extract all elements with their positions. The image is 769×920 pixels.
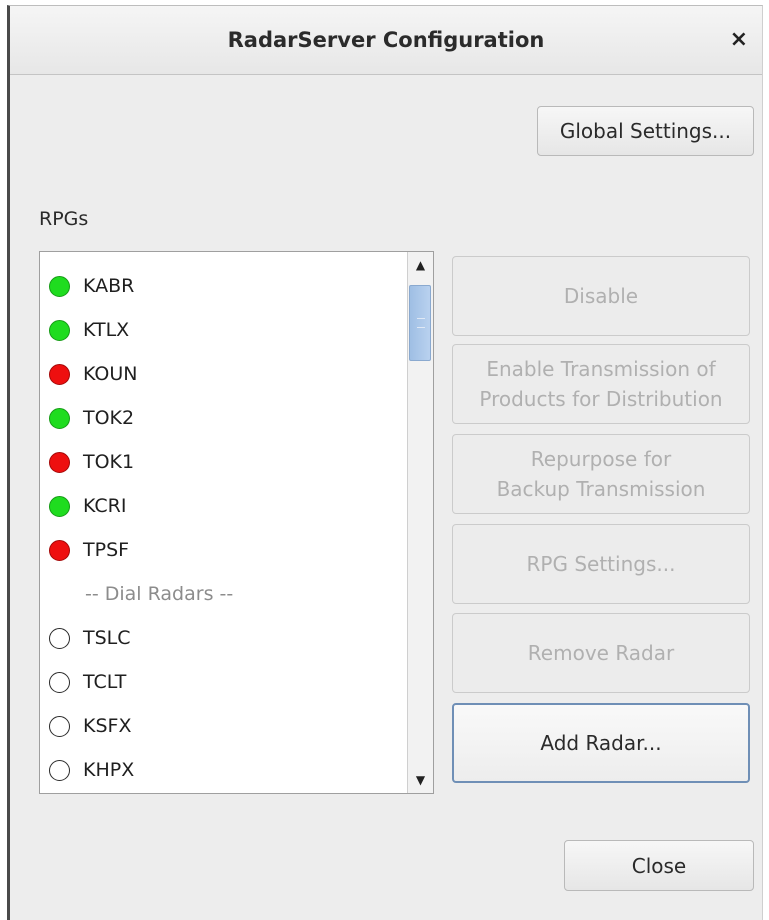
rpg-list[interactable]: KABR KTLX KOUN TOK2 TOK1 KCRI TPSF -- Di… bbox=[39, 251, 434, 794]
grip-icon bbox=[417, 318, 425, 328]
status-dot-empty bbox=[49, 627, 70, 649]
global-settings-button[interactable]: Global Settings... bbox=[537, 106, 754, 156]
rpg-name: KCRI bbox=[83, 495, 127, 517]
status-dot-red bbox=[49, 363, 70, 385]
rpg-settings-button: RPG Settings... bbox=[452, 524, 750, 604]
rpg-name: KHPX bbox=[83, 759, 135, 781]
list-item[interactable]: KABR bbox=[40, 264, 134, 308]
list-item[interactable]: TSLC bbox=[40, 616, 131, 660]
rpg-name: KTLX bbox=[83, 319, 130, 341]
status-dot-empty bbox=[49, 671, 70, 693]
rpg-settings-label: RPG Settings... bbox=[526, 552, 676, 576]
list-scrollbar[interactable]: ▲ ▼ bbox=[407, 252, 433, 793]
rpg-name: TOK2 bbox=[83, 407, 135, 429]
enable-transmission-button: Enable Transmission of Products for Dist… bbox=[452, 344, 750, 424]
rpg-name: KABR bbox=[83, 275, 135, 297]
status-dot-red bbox=[49, 539, 70, 561]
disable-button: Disable bbox=[452, 256, 750, 336]
list-separator: -- Dial Radars -- bbox=[85, 583, 234, 605]
list-item[interactable]: TOK2 bbox=[40, 396, 134, 440]
repurpose-label-2: Backup Transmission bbox=[496, 477, 706, 501]
add-radar-label: Add Radar... bbox=[540, 731, 662, 755]
rpg-name: KSFX bbox=[83, 715, 132, 737]
scroll-thumb[interactable] bbox=[409, 285, 431, 361]
rpg-name: TPSF bbox=[83, 539, 130, 561]
status-dot-empty bbox=[49, 715, 70, 737]
list-item[interactable]: TCLT bbox=[40, 660, 126, 704]
status-dot-red bbox=[49, 451, 70, 473]
rpg-name: TCLT bbox=[83, 671, 127, 693]
list-item[interactable]: KOUN bbox=[40, 352, 138, 396]
title-bar: RadarServer Configuration × bbox=[10, 6, 762, 75]
arrow-down-icon[interactable]: ▼ bbox=[408, 769, 433, 791]
rpg-name: TSLC bbox=[83, 627, 131, 649]
close-button[interactable]: Close bbox=[564, 840, 754, 891]
enable-transmission-label-1: Enable Transmission of bbox=[486, 357, 716, 381]
list-item[interactable]: TOK1 bbox=[40, 440, 134, 484]
remove-radar-button: Remove Radar bbox=[452, 613, 750, 693]
status-dot-green bbox=[49, 275, 70, 297]
list-item[interactable]: KCRI bbox=[40, 484, 127, 528]
close-icon[interactable]: × bbox=[730, 29, 748, 51]
rpgs-label: RPGs bbox=[39, 208, 89, 230]
enable-transmission-label-2: Products for Distribution bbox=[479, 387, 723, 411]
list-item[interactable]: TPSF bbox=[40, 528, 129, 572]
disable-button-label: Disable bbox=[563, 284, 639, 308]
rpg-name: KOUN bbox=[83, 363, 138, 385]
list-item[interactable]: KSFX bbox=[40, 704, 131, 748]
status-dot-green bbox=[49, 319, 70, 341]
config-dialog: RadarServer Configuration × Global Setti… bbox=[7, 5, 763, 920]
list-item[interactable]: KTLX bbox=[40, 308, 129, 352]
list-item[interactable]: KHPX bbox=[40, 748, 134, 792]
repurpose-label-1: Repurpose for bbox=[530, 447, 672, 471]
status-dot-green bbox=[49, 495, 70, 517]
repurpose-button: Repurpose for Backup Transmission bbox=[452, 434, 750, 514]
remove-radar-label: Remove Radar bbox=[527, 641, 675, 665]
status-dot-green bbox=[49, 407, 70, 429]
add-radar-button[interactable]: Add Radar... bbox=[452, 703, 750, 783]
status-dot-empty bbox=[49, 759, 70, 781]
close-label: Close bbox=[631, 853, 687, 878]
arrow-up-icon[interactable]: ▲ bbox=[408, 254, 433, 276]
dialog-title: RadarServer Configuration bbox=[227, 28, 545, 52]
rpg-name: TOK1 bbox=[83, 451, 135, 473]
